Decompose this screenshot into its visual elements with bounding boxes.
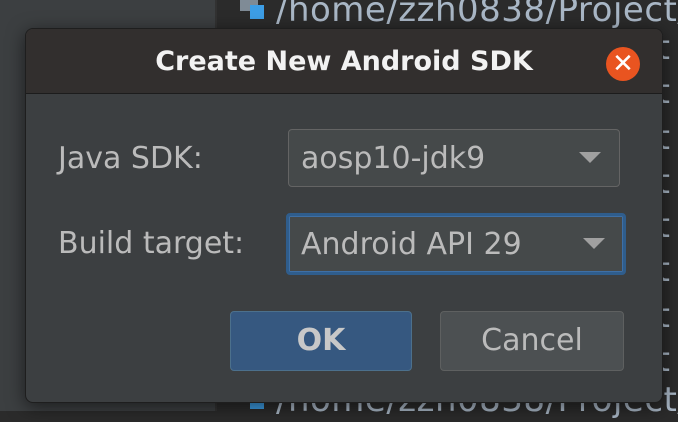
chevron-down-icon	[583, 238, 605, 249]
build-target-label: Build target:	[58, 226, 245, 261]
build-target-value: Android API 29	[301, 226, 522, 262]
folder-module-icon	[240, 0, 266, 23]
dialog-title: Create New Android SDK	[155, 46, 533, 77]
build-target-dropdown[interactable]: Android API 29	[286, 213, 626, 275]
create-sdk-dialog: Create New Android SDK ✕ Java SDK: aosp1…	[25, 28, 663, 403]
ok-button[interactable]: OK	[230, 311, 412, 371]
chevron-down-icon	[579, 152, 601, 163]
background-path-text: /home/zzh0838/Project/	[276, 0, 678, 30]
cancel-button[interactable]: Cancel	[440, 311, 624, 371]
dialog-titlebar[interactable]: Create New Android SDK ✕	[26, 29, 662, 94]
java-sdk-dropdown[interactable]: aosp10-jdk9	[288, 129, 620, 187]
java-sdk-label: Java SDK:	[58, 141, 203, 176]
java-sdk-value: aosp10-jdk9	[301, 140, 486, 176]
close-icon[interactable]: ✕	[606, 47, 640, 81]
